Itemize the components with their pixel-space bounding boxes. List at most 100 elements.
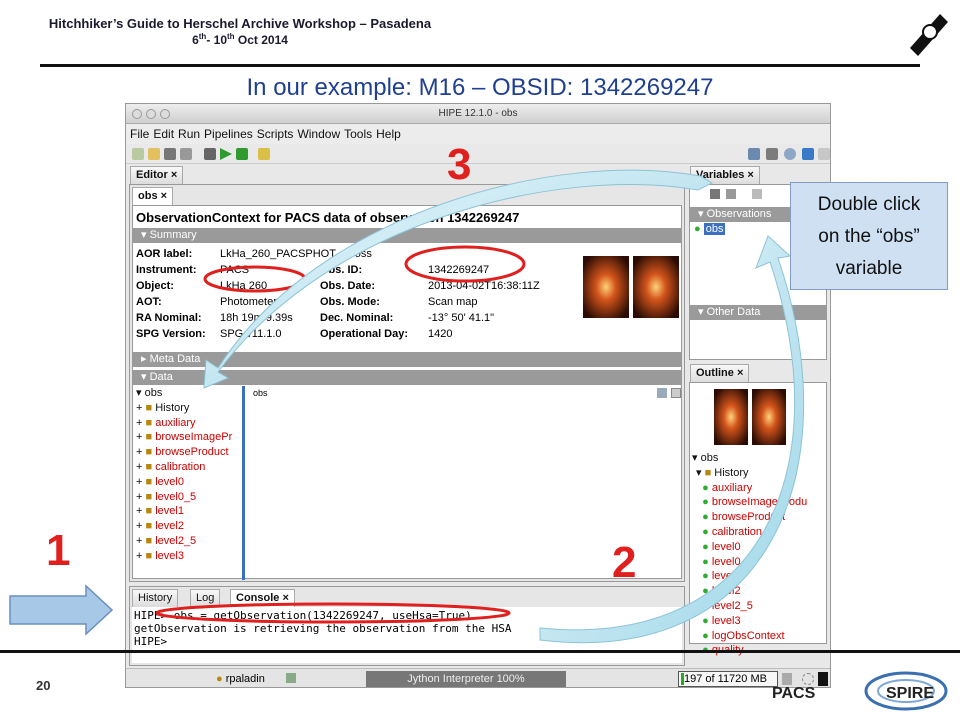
menu-tools[interactable]: Tools	[344, 124, 372, 144]
instruction-callout: Double click on the “obs” variable	[790, 182, 948, 290]
user-status-icon[interactable]	[286, 673, 296, 683]
step-1-label: 1	[46, 526, 71, 575]
footer-divider	[0, 650, 960, 653]
window-titlebar: HIPE 12.1.0 - obs	[126, 104, 830, 124]
menu-help[interactable]: Help	[376, 124, 401, 144]
garbage-collect-icon[interactable]	[782, 673, 792, 685]
stop-icon[interactable]	[204, 148, 216, 160]
tab-log[interactable]: Log	[190, 589, 221, 607]
dec-nominal-value: -13° 50' 41.1"	[428, 312, 495, 324]
search-icon[interactable]	[784, 148, 796, 160]
busy-indicator-icon	[818, 672, 828, 686]
outline-tree-item[interactable]: ● auxiliary	[692, 481, 826, 496]
step-2-label: 2	[612, 538, 637, 587]
other-data-section-header[interactable]: ▾ Other Data	[690, 305, 826, 320]
outline-tree-item[interactable]: ● logObsContext	[692, 629, 826, 644]
tab-history[interactable]: History	[132, 589, 179, 607]
menu-file[interactable]: File	[130, 124, 149, 144]
pacs-logo: PACS	[772, 685, 816, 702]
tab-variables[interactable]: Variables ×	[690, 166, 760, 184]
tab-console[interactable]: Console ×	[230, 589, 295, 607]
settings-icon[interactable]	[766, 148, 778, 160]
object-value: LkHa 260	[220, 280, 268, 292]
outline-tree-item[interactable]: ● calibration	[692, 525, 826, 540]
summary-section-header[interactable]: ▾ Summary	[133, 228, 681, 243]
field-label: Obs. Mode:	[320, 296, 380, 308]
user-label: ● rpaladin	[216, 673, 265, 685]
tree-root[interactable]: ▾ obs	[136, 386, 242, 401]
data-tree-item[interactable]: + ■ auxiliary	[136, 416, 242, 431]
perspective-home-icon[interactable]	[748, 148, 760, 160]
console-line: HIPE>	[134, 635, 168, 648]
data-tree-item[interactable]: + ■ History	[136, 401, 242, 416]
delete-variable-icon[interactable]	[710, 189, 720, 199]
activity-spinner-icon	[802, 673, 814, 685]
outline-tree-item[interactable]: ● browseImageProdu	[692, 495, 826, 510]
header-divider	[40, 64, 920, 67]
menu-run[interactable]: Run	[178, 124, 200, 144]
filter-icon[interactable]	[752, 189, 762, 199]
field-label: AOR label:	[136, 248, 193, 260]
open-folder-icon[interactable]	[148, 148, 160, 160]
data-section-header[interactable]: ▾ Data	[133, 370, 681, 385]
outline-tree-item[interactable]: ● level2_5	[692, 599, 826, 614]
hipe-window: HIPE 12.1.0 - obs File Edit Run Pipelines Sc…	[125, 103, 831, 688]
run-icon[interactable]	[220, 148, 232, 160]
run-all-icon[interactable]	[236, 148, 248, 160]
instrument-value: PACS	[220, 264, 250, 276]
menu-scripts[interactable]: Scripts	[257, 124, 294, 144]
console-output[interactable]: HIPE> obs = getObservation(1342269247, u…	[132, 607, 682, 663]
back-icon[interactable]	[818, 148, 830, 160]
meta-data-section-header[interactable]: ▸ Meta Data	[133, 352, 681, 367]
tab-editor[interactable]: Editor ×	[130, 166, 184, 184]
outline-tree-item[interactable]: ● level0	[692, 540, 826, 555]
observation-heading: ObservationContext for PACS data of obse…	[136, 210, 520, 225]
aor-label-value: LkHa_260_PACSPHOT - cross	[220, 248, 372, 260]
preview-thumbnail	[583, 256, 679, 318]
field-label: Obs. Date:	[320, 280, 376, 292]
data-pane-label: obs	[253, 388, 268, 398]
data-tree-item[interactable]: + ■ calibration	[136, 460, 242, 475]
tab-outline[interactable]: Outline ×	[690, 364, 750, 382]
print-icon[interactable]	[180, 148, 192, 160]
help-icon[interactable]	[802, 148, 814, 160]
script-icon[interactable]	[258, 148, 270, 160]
outline-tree-item[interactable]: ● level2	[692, 584, 826, 599]
outline-tree-item[interactable]: ● level1	[692, 569, 826, 584]
data-tree-item[interactable]: + ■ level3	[136, 549, 242, 564]
outline-tree-item[interactable]: ▾ ■ History	[692, 466, 826, 481]
menu-edit[interactable]: Edit	[153, 124, 174, 144]
clear-variables-icon[interactable]	[726, 189, 736, 199]
save-icon[interactable]	[164, 148, 176, 160]
data-tree-item[interactable]: + ■ level2_5	[136, 534, 242, 549]
outline-tree-item[interactable]: ● browseProduct	[692, 510, 826, 525]
outline-tree-item[interactable]: ● level3	[692, 614, 826, 629]
data-tree-item[interactable]: + ■ level0	[136, 475, 242, 490]
outline-root[interactable]: ▾ obs	[692, 451, 826, 466]
menu-window[interactable]: Window	[297, 124, 340, 144]
outline-thumbnail	[714, 389, 786, 445]
workshop-dates: 6th- 10th Oct 2014	[192, 32, 288, 47]
data-tree-item[interactable]: + ■ browseImagePr	[136, 430, 242, 445]
interpreter-status: Jython Interpreter 100%	[366, 671, 566, 687]
data-tree-item[interactable]: + ■ browseProduct	[136, 445, 242, 460]
variable-obs[interactable]: ● obs	[694, 223, 726, 235]
field-label: RA Nominal:	[136, 312, 202, 324]
data-tree-item[interactable]: + ■ level2	[136, 519, 242, 534]
restore-icon[interactable]	[657, 388, 667, 398]
data-tree-item[interactable]: + ■ level1	[136, 504, 242, 519]
field-label: Obs. ID:	[320, 264, 363, 276]
callout-line: on the “obs”	[818, 226, 920, 247]
field-label: AOT:	[136, 296, 162, 308]
slide-title: In our example: M16 – OBSID: 1342269247	[246, 74, 714, 101]
obs-date-value: 2013-04-02T16:38:11Z	[428, 280, 540, 292]
operational-day-value: 1420	[428, 328, 453, 340]
memory-indicator[interactable]: 197 of 11720 MB	[678, 671, 778, 687]
menu-pipelines[interactable]: Pipelines	[204, 124, 253, 144]
console-line: HIPE> obs = getObservation(1342269247, u…	[134, 609, 472, 622]
tab-obs[interactable]: obs ×	[132, 187, 174, 205]
new-file-icon[interactable]	[132, 148, 144, 160]
maximize-icon[interactable]	[671, 388, 681, 398]
outline-tree-item[interactable]: ● level0_5	[692, 555, 826, 570]
data-tree-item[interactable]: + ■ level0_5	[136, 490, 242, 505]
